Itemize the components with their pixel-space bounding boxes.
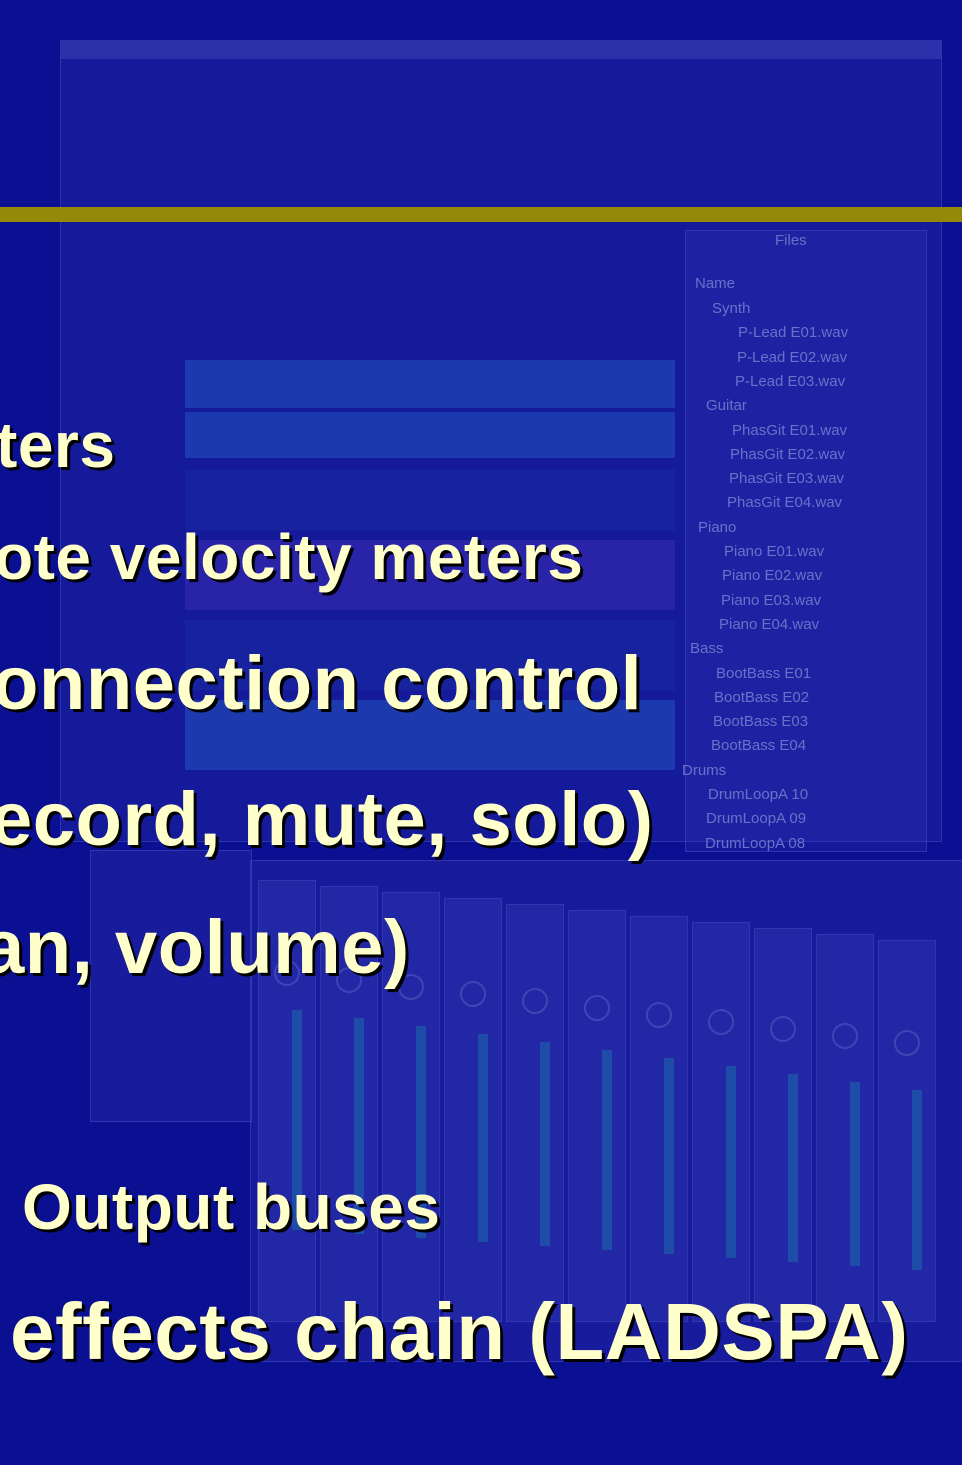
- mixer-strip: [568, 910, 626, 1322]
- slide-line-3: onnection control: [0, 641, 643, 726]
- file-tree-item: Piano E02.wav: [722, 567, 823, 585]
- pan-knob: [770, 1016, 796, 1042]
- level-meter: [478, 1034, 488, 1242]
- file-tree-item: P-Lead E02.wav: [737, 348, 848, 366]
- files-panel: [685, 230, 927, 852]
- file-tree-item: PhasGit E04.wav: [727, 494, 843, 512]
- pan-knob: [522, 988, 548, 1014]
- level-meter: [788, 1074, 798, 1262]
- files-panel-title: Files: [775, 232, 807, 249]
- slide-line-7: effects chain (LADSPA): [10, 1287, 909, 1376]
- files-column-header: Name: [695, 275, 736, 292]
- mixer-strip: [816, 934, 874, 1322]
- presentation-slide: Files Name Synth P-Lead E01.wav P-Lead E02…: [0, 0, 962, 1465]
- level-meter: [850, 1082, 860, 1266]
- mixer-strip: [444, 898, 502, 1322]
- file-tree-item: Piano E03.wav: [721, 591, 822, 609]
- file-tree-folder: Guitar: [706, 397, 747, 415]
- file-tree-item: DrumLoopA 09: [706, 810, 807, 828]
- file-tree-item: Piano E04.wav: [719, 615, 820, 633]
- mixer-strip: [878, 940, 936, 1322]
- pan-knob: [708, 1009, 734, 1035]
- pan-knob: [460, 981, 486, 1007]
- mixer-strip: [754, 928, 812, 1322]
- pan-knob: [584, 995, 610, 1021]
- file-tree-item: PhasGit E02.wav: [730, 445, 846, 463]
- file-tree-item: BootBass E03: [713, 713, 809, 731]
- file-tree-item: PhasGit E01.wav: [732, 421, 848, 439]
- slide-line-6: Output buses: [22, 1171, 441, 1243]
- pan-knob: [894, 1030, 920, 1056]
- file-tree-item: BootBass E01: [716, 664, 812, 682]
- audio-track-region: [185, 412, 675, 458]
- title-rule: [0, 207, 962, 222]
- pan-knob: [646, 1002, 672, 1028]
- audio-track-region: [185, 360, 675, 408]
- file-tree-item: Piano E01.wav: [724, 543, 825, 560]
- file-tree-folder: Synth: [712, 300, 751, 317]
- file-tree-folder: Piano: [698, 518, 737, 536]
- file-tree-item: BootBass E02: [714, 688, 810, 706]
- level-meter: [540, 1042, 550, 1246]
- file-tree-item: BootBass E04: [711, 737, 807, 755]
- mixer-strip: [692, 922, 750, 1322]
- file-tree-item: P-Lead E01.wav: [738, 324, 849, 342]
- slide-line-1: ters: [0, 409, 116, 481]
- file-tree-item: P-Lead E03.wav: [735, 372, 846, 390]
- slide-line-4: ecord, mute, solo): [0, 777, 654, 862]
- file-tree-item: PhasGit E03.wav: [729, 470, 845, 488]
- level-meter: [664, 1058, 674, 1254]
- slide-line-2: ote velocity meters: [0, 521, 584, 593]
- level-meter: [912, 1090, 922, 1270]
- slide-line-5: an, volume): [0, 905, 410, 990]
- level-meter: [726, 1066, 736, 1258]
- mixer-strip: [506, 904, 564, 1322]
- pan-knob: [832, 1023, 858, 1049]
- file-tree-folder: Bass: [690, 640, 724, 658]
- file-tree-folder: Drums: [682, 761, 727, 779]
- level-meter: [602, 1050, 612, 1250]
- file-tree-item: DrumLoopA 10: [708, 786, 809, 803]
- mixer-strip: [630, 916, 688, 1322]
- file-tree-item: DrumLoopA 08: [705, 834, 806, 852]
